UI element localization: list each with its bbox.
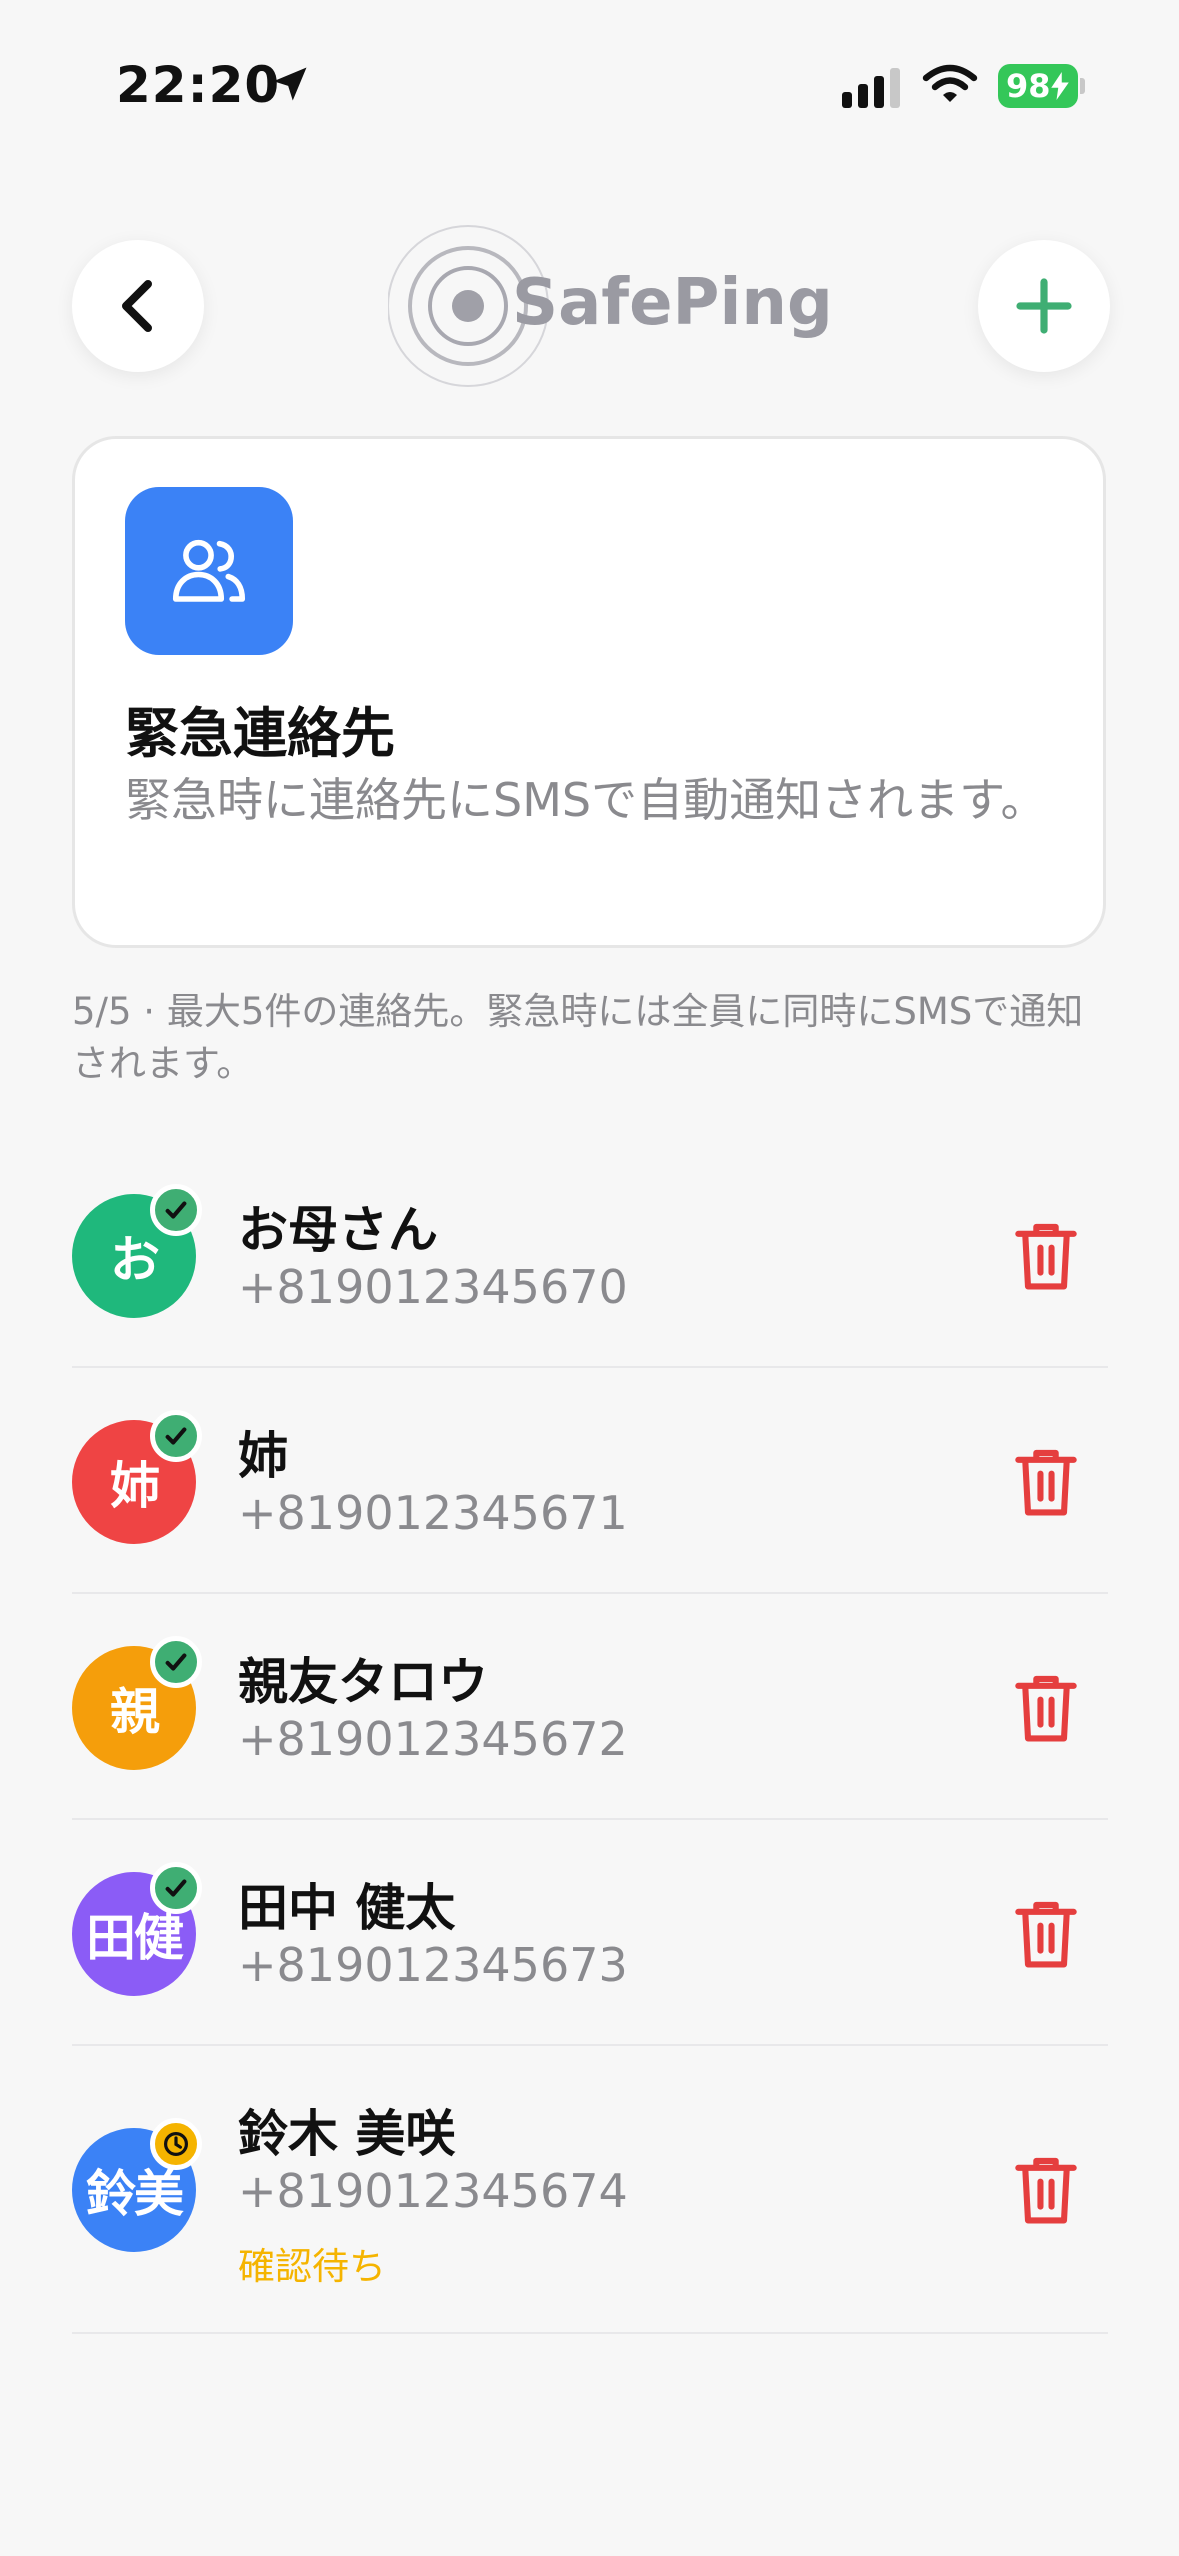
- trash-icon[interactable]: [1012, 1672, 1080, 1744]
- back-button[interactable]: [72, 240, 204, 372]
- contact-name: お母さん: [238, 1201, 438, 1259]
- contact-row[interactable]: 親 親友タロウ +819012345672: [72, 1594, 1108, 1820]
- trash-icon[interactable]: [1012, 1446, 1080, 1518]
- check-icon: [165, 1653, 187, 1671]
- verified-badge: [150, 1862, 202, 1914]
- battery-indicator: 98: [998, 64, 1078, 108]
- pending-badge: [150, 2118, 202, 2170]
- contact-row[interactable]: 鈴美 鈴木 美咲 +819012345674 確認待ち: [72, 2046, 1108, 2334]
- users-icon: [172, 539, 246, 602]
- info-card: 緊急連絡先 緊急時に連絡先にSMSで自動通知されます。: [72, 436, 1106, 948]
- trash-icon[interactable]: [1012, 1220, 1080, 1292]
- contact-row[interactable]: お お母さん +819012345670: [72, 1142, 1108, 1368]
- cellular-signal-icon: [842, 68, 900, 108]
- check-icon: [165, 1427, 187, 1445]
- contact-phone: +819012345673: [238, 1938, 628, 1992]
- chevron-left-icon: [122, 280, 152, 332]
- contact-name: 鈴木 美咲: [238, 2105, 456, 2163]
- plus-icon: [1016, 278, 1072, 334]
- contact-phone: +819012345670: [238, 1260, 628, 1314]
- charging-bolt-icon: [1050, 72, 1069, 100]
- status-time: 22:20: [116, 56, 281, 114]
- contact-name: 田中 健太: [238, 1879, 456, 1937]
- trash-icon[interactable]: [1012, 2154, 1080, 2226]
- card-title: 緊急連絡先: [125, 702, 395, 765]
- location-arrow-icon: [273, 67, 307, 101]
- verified-badge: [150, 1184, 202, 1236]
- battery-cap: [1080, 78, 1085, 94]
- contacts-icon-box: [125, 487, 293, 655]
- contact-row[interactable]: 田健 田中 健太 +819012345673: [72, 1820, 1108, 2046]
- contact-phone: +819012345674: [238, 2164, 628, 2218]
- contacts-summary: 5/5 · 最大5件の連絡先。緊急時には全員に同時にSMSで通知されます。: [72, 990, 1084, 1085]
- check-icon: [165, 1201, 187, 1219]
- battery-level: 98: [1006, 67, 1051, 105]
- check-icon: [165, 1879, 187, 1897]
- contact-name: 姉: [238, 1427, 288, 1485]
- contact-list: お お母さん +819012345670 姉 姉 +819012345671 親…: [72, 1142, 1108, 2334]
- contact-phone: +819012345671: [238, 1486, 628, 1540]
- card-description: 緊急時に連絡先にSMSで自動通知されます。: [125, 773, 1047, 827]
- contact-row[interactable]: 姉 姉 +819012345671: [72, 1368, 1108, 1594]
- pending-status-label: 確認待ち: [238, 2245, 386, 2288]
- verified-badge: [150, 1410, 202, 1462]
- wifi-icon: [922, 64, 978, 102]
- trash-icon[interactable]: [1012, 1898, 1080, 1970]
- status-bar: 22:20 98: [0, 0, 1179, 170]
- logo-text: SafePing: [512, 266, 833, 340]
- contact-phone: +819012345672: [238, 1712, 628, 1766]
- contact-name: 親友タロウ: [238, 1653, 488, 1711]
- verified-badge: [150, 1636, 202, 1688]
- clock-icon: [164, 2132, 188, 2156]
- add-contact-button[interactable]: [978, 240, 1110, 372]
